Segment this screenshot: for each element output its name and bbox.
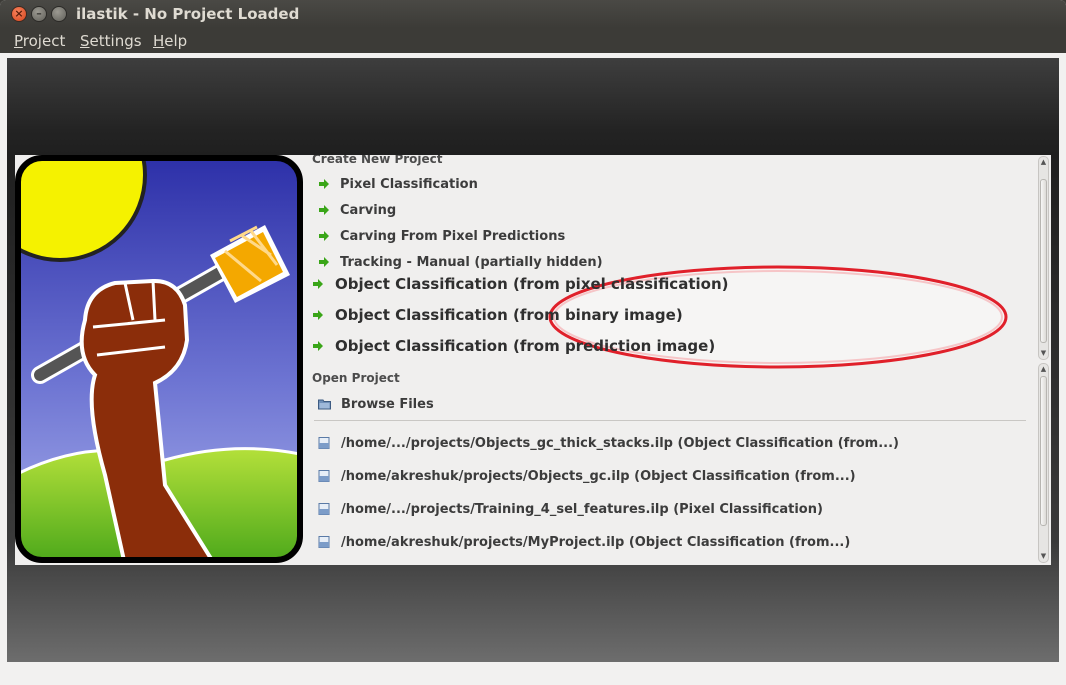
scroll-down-icon[interactable]: ▼ [1039,349,1048,358]
workflow-carving-from-pixel-predictions[interactable]: Carving From Pixel Predictions [318,226,565,246]
title-bar[interactable]: × – ilastik - No Project Loaded [0,0,1066,28]
startup-panel: Create New Project Pixel Classification … [15,155,1051,565]
open-list-scrollbar[interactable]: ▲ ▼ [1038,363,1049,563]
recent-project-path: /home/.../projects/Objects_gc_thick_stac… [341,435,899,451]
close-icon: × [14,7,24,20]
separator [314,420,1026,421]
create-project-header: Create New Project [312,155,443,166]
workflow-tracking-manual[interactable]: Tracking - Manual (partially hidden) [318,252,603,272]
project-list: Create New Project Pixel Classification … [312,155,1036,565]
ilastik-logo [15,155,303,563]
workflow-pixel-classification[interactable]: Pixel Classification [318,174,478,194]
minimize-window-button[interactable]: – [31,6,47,22]
arrow-right-icon [319,205,329,215]
project-file-icon [318,437,330,449]
scroll-down-icon[interactable]: ▼ [1039,552,1048,561]
workflow-object-classification-prediction[interactable]: Object Classification (from prediction i… [312,336,715,356]
scroll-up-icon[interactable]: ▲ [1039,158,1048,167]
close-window-button[interactable]: × [11,6,27,22]
window-title: ilastik - No Project Loaded [76,5,300,23]
minimize-icon: – [36,7,42,20]
project-file-icon [318,470,330,482]
workflow-label: Carving From Pixel Predictions [340,228,566,244]
workflow-label: Tracking - Manual (partially hidden) [340,254,603,270]
folder-icon [318,399,331,410]
open-project-header: Open Project [312,371,400,385]
scrollbar-thumb[interactable] [1040,179,1047,343]
workflow-object-classification-pixel[interactable]: Object Classification (from pixel classi… [312,274,728,294]
arrow-right-icon [319,231,329,241]
scrollbar-thumb[interactable] [1040,376,1047,526]
workflow-label: Object Classification (from prediction i… [335,337,716,355]
arrow-right-icon [313,310,323,320]
workflow-label: Object Classification (from binary image… [335,306,683,324]
workflow-label: Carving [340,202,397,218]
workflow-object-classification-binary[interactable]: Object Classification (from binary image… [312,305,683,325]
workflow-label: Object Classification (from pixel classi… [335,275,729,293]
recent-project-item[interactable]: /home/.../projects/Objects_gc_thick_stac… [318,433,899,453]
application-window: × – ilastik - No Project Loaded Project … [0,0,1066,685]
menu-bar: Project Settings Help [0,28,1066,53]
arrow-right-icon [319,179,329,189]
arrow-right-icon [313,341,323,351]
recent-project-item[interactable]: /home/.../projects/Training_4_sel_featur… [318,499,823,519]
project-file-icon [318,503,330,515]
recent-project-path: /home/.../projects/Training_4_sel_featur… [341,501,823,517]
maximize-icon [52,7,66,21]
recent-project-path: /home/akreshuk/projects/MyProject.ilp (O… [341,534,851,550]
maximize-window-button[interactable] [51,6,67,22]
workflow-carving[interactable]: Carving [318,200,396,220]
arrow-right-icon [313,279,323,289]
browse-files-label: Browse Files [341,396,434,412]
main-area: Create New Project Pixel Classification … [0,53,1066,685]
startup-canvas: Create New Project Pixel Classification … [7,58,1059,662]
menu-project[interactable]: Project [14,32,65,50]
recent-project-path: /home/akreshuk/projects/Objects_gc.ilp (… [341,468,856,484]
workflow-label: Pixel Classification [340,176,478,192]
recent-project-item[interactable]: /home/akreshuk/projects/MyProject.ilp (O… [318,532,850,552]
arrow-right-icon [319,257,329,267]
create-list-scrollbar[interactable]: ▲ ▼ [1038,156,1049,360]
menu-settings[interactable]: Settings [80,32,142,50]
menu-help[interactable]: Help [153,32,187,50]
project-file-icon [318,536,330,548]
scroll-up-icon[interactable]: ▲ [1039,365,1048,374]
browse-files-button[interactable]: Browse Files [318,394,434,414]
recent-project-item[interactable]: /home/akreshuk/projects/Objects_gc.ilp (… [318,466,856,486]
